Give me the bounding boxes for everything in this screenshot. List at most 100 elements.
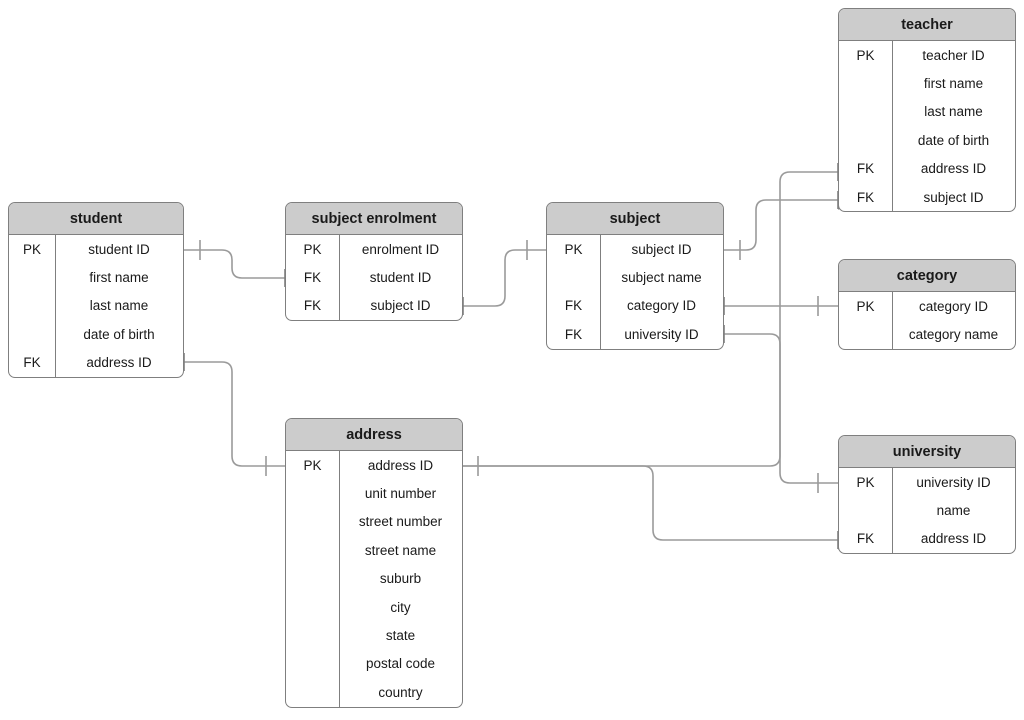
attribute-name: date of birth xyxy=(83,326,155,342)
attribute-row[interactable]: name xyxy=(839,496,1015,524)
entity-attributes-address: PK address ID unit number street number stre… xyxy=(286,451,462,707)
attribute-row[interactable]: PK subject ID xyxy=(547,235,723,263)
entity-teacher[interactable]: teacher PK teacher ID first name last name da… xyxy=(838,8,1016,213)
relationship-edge xyxy=(463,465,838,541)
attribute-row[interactable]: street number xyxy=(286,508,462,536)
attribute-row[interactable]: last name xyxy=(839,98,1015,126)
attribute-row[interactable]: city xyxy=(286,593,462,621)
attribute-row[interactable]: PK student ID xyxy=(9,235,183,263)
entity-title-teacher: teacher xyxy=(839,9,1015,41)
attribute-name: university ID xyxy=(916,474,991,490)
attribute-name: student ID xyxy=(369,270,432,286)
attribute-row[interactable]: date of birth xyxy=(839,126,1015,154)
entity-category[interactable]: category PK category ID category name xyxy=(838,259,1016,350)
key-column-divider xyxy=(600,235,601,349)
attribute-name: subject ID xyxy=(631,241,692,257)
attribute-name: country xyxy=(378,684,423,700)
attribute-name: subject ID xyxy=(370,298,431,314)
attribute-key: PK xyxy=(856,298,875,314)
attribute-name: unit number xyxy=(364,486,437,502)
attribute-name: enrolment ID xyxy=(361,241,440,257)
attribute-name: category ID xyxy=(918,298,989,314)
attribute-row[interactable]: FK address ID xyxy=(9,349,183,377)
entity-title-category: category xyxy=(839,260,1015,292)
attribute-key: FK xyxy=(564,326,583,342)
attribute-name: address ID xyxy=(367,457,434,473)
entity-address[interactable]: address PK address ID unit number street num… xyxy=(285,418,463,708)
attribute-key: FK xyxy=(564,298,583,314)
attribute-name: last name xyxy=(89,298,149,314)
attribute-name: subject ID xyxy=(923,189,984,205)
attribute-name: postal code xyxy=(365,656,436,672)
relationship-edge xyxy=(184,249,285,279)
attribute-key: PK xyxy=(303,241,322,257)
key-column-divider xyxy=(339,235,340,321)
attribute-row[interactable]: PK teacher ID xyxy=(839,41,1015,69)
key-column-divider xyxy=(892,292,893,349)
entity-student[interactable]: student PK student ID first name last name da… xyxy=(8,202,184,378)
attribute-row[interactable]: unit number xyxy=(286,479,462,507)
entity-title-subject: subject xyxy=(547,203,723,235)
attribute-name: street name xyxy=(364,542,437,558)
attribute-name: address ID xyxy=(86,355,152,371)
relationship-edge xyxy=(724,199,838,251)
entity-title-university: university xyxy=(839,436,1015,468)
attribute-row[interactable]: state xyxy=(286,621,462,649)
attribute-row[interactable]: FK subject ID xyxy=(286,292,462,320)
attribute-row[interactable]: postal code xyxy=(286,650,462,678)
entity-university[interactable]: university PK university ID name FK address I… xyxy=(838,435,1016,555)
entity-subject-enrolment[interactable]: subject enrolment PK enrolment ID FK student… xyxy=(285,202,463,322)
attribute-row[interactable]: FK address ID xyxy=(839,155,1015,183)
attribute-row[interactable]: FK subject ID xyxy=(839,183,1015,211)
attribute-row[interactable]: date of birth xyxy=(9,320,183,348)
attribute-row[interactable]: country xyxy=(286,678,462,706)
attribute-row[interactable]: FK address ID xyxy=(839,525,1015,553)
key-column-divider xyxy=(55,235,56,377)
attribute-name: city xyxy=(390,599,411,615)
er-diagram-canvas: student PK student ID first name last name da… xyxy=(0,0,1024,720)
key-column-divider xyxy=(339,451,340,707)
attribute-key: PK xyxy=(564,241,583,257)
attribute-row[interactable]: first name xyxy=(839,69,1015,97)
entity-attributes-university: PK university ID name FK address ID xyxy=(839,468,1015,554)
attribute-name: date of birth xyxy=(917,132,990,148)
attribute-row[interactable]: FK student ID xyxy=(286,263,462,291)
attribute-key: FK xyxy=(23,355,41,371)
entity-attributes-category: PK category ID category name xyxy=(839,292,1015,349)
entity-attributes-subject-enrolment: PK enrolment ID FK student ID FK subject ID xyxy=(286,235,462,321)
attribute-row[interactable]: suburb xyxy=(286,565,462,593)
attribute-row[interactable]: PK category ID xyxy=(839,292,1015,320)
attribute-row[interactable]: FK university ID xyxy=(547,320,723,348)
attribute-key: FK xyxy=(856,161,875,177)
attribute-key: PK xyxy=(856,474,875,490)
attribute-row[interactable]: first name xyxy=(9,263,183,291)
attribute-name: name xyxy=(936,503,971,519)
entity-title-student: student xyxy=(9,203,183,235)
attribute-name: category ID xyxy=(626,298,697,314)
attribute-name: address ID xyxy=(920,161,987,177)
attribute-name: street number xyxy=(358,514,443,530)
entity-subject[interactable]: subject PK subject ID subject name FK categor… xyxy=(546,202,724,350)
attribute-key: PK xyxy=(303,457,322,473)
attribute-name: subject name xyxy=(621,270,702,286)
attribute-key: FK xyxy=(856,189,875,205)
attribute-row[interactable]: last name xyxy=(9,292,183,320)
attribute-row[interactable]: FK category ID xyxy=(547,292,723,320)
entity-title-subject-enrolment: subject enrolment xyxy=(286,203,462,235)
attribute-name: student ID xyxy=(88,241,150,257)
attribute-key: FK xyxy=(303,298,322,314)
attribute-row[interactable]: PK address ID xyxy=(286,451,462,479)
attribute-name: first name xyxy=(89,270,149,286)
attribute-name: university ID xyxy=(624,326,699,342)
attribute-row[interactable]: street name xyxy=(286,536,462,564)
attribute-row[interactable]: PK enrolment ID xyxy=(286,235,462,263)
attribute-name: last name xyxy=(924,104,983,120)
attribute-key: PK xyxy=(22,241,41,257)
attribute-key: FK xyxy=(856,531,875,547)
attribute-row[interactable]: subject name xyxy=(547,263,723,291)
attribute-row[interactable]: category name xyxy=(839,320,1015,348)
attribute-row[interactable]: PK university ID xyxy=(839,468,1015,496)
attribute-key: FK xyxy=(303,270,322,286)
key-column-divider xyxy=(892,41,893,212)
relationship-edge xyxy=(463,249,546,307)
